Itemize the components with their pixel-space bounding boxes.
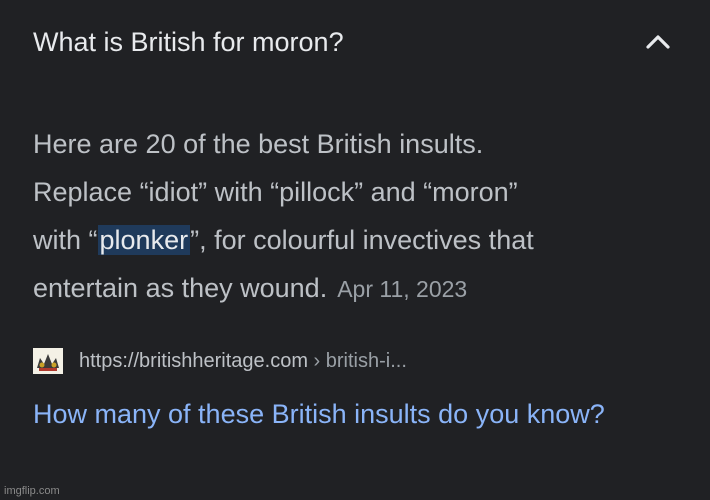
answer-snippet: Here are 20 of the best British insults.… bbox=[33, 120, 673, 313]
source-citation[interactable]: https://britishheritage.com › british-i.… bbox=[33, 344, 673, 378]
question-header[interactable]: What is British for moron? bbox=[33, 24, 683, 64]
answer-text: entertain as they wound. bbox=[33, 273, 328, 303]
snippet-date: Apr 11, 2023 bbox=[337, 276, 468, 302]
answer-text: with “ bbox=[33, 225, 98, 255]
answer-text: ”, for colourful invectives that bbox=[190, 225, 534, 255]
answer-line: Replace “idiot” with “pillock” and “moro… bbox=[33, 177, 518, 207]
source-url[interactable]: https://britishheritage.com › british-i.… bbox=[79, 348, 407, 374]
watermark: imgflip.com bbox=[4, 485, 60, 497]
source-domain: https://britishheritage.com bbox=[79, 350, 308, 372]
question-title: What is British for moron? bbox=[33, 27, 344, 57]
chevron-up-icon[interactable] bbox=[643, 30, 673, 54]
search-snippet-card: What is British for moron? Here are 20 o… bbox=[0, 0, 710, 500]
answer-line: entertain as they wound. Apr 11, 2023 bbox=[33, 264, 673, 313]
highlighted-term: plonker bbox=[97, 225, 191, 255]
answer-line: with “plonker”, for colourful invectives… bbox=[33, 216, 673, 264]
source-path: › british-i... bbox=[308, 350, 407, 372]
answer-line: Here are 20 of the best British insults. bbox=[33, 129, 484, 159]
britishheritage-logo-icon bbox=[33, 348, 63, 374]
result-title-link[interactable]: How many of these British insults do you… bbox=[33, 390, 653, 438]
